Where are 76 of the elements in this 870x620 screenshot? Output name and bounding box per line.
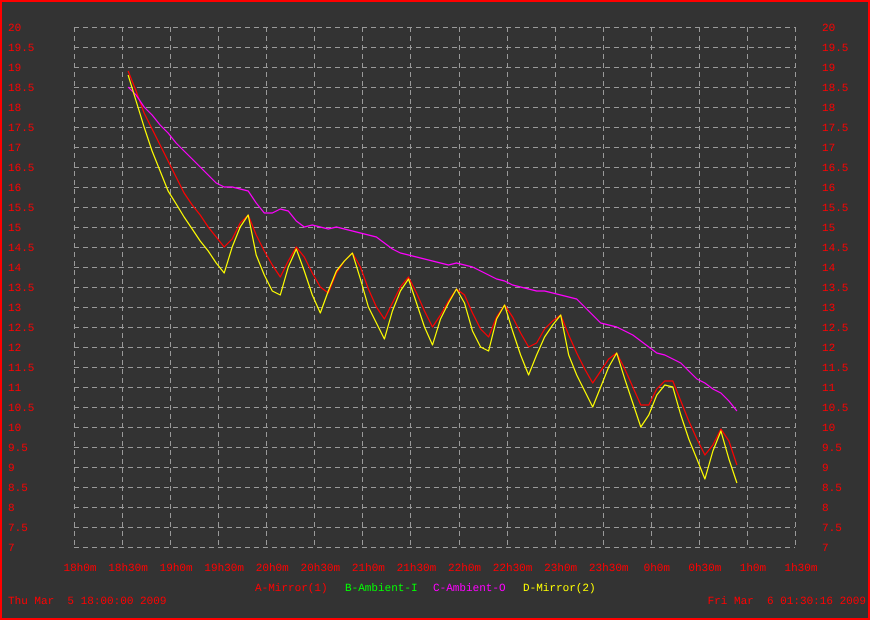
axis-label: 15.5: [822, 203, 848, 215]
axis-label: 14.5: [8, 243, 34, 255]
axis-label: 16: [822, 183, 836, 195]
axis-label: 13.5: [8, 283, 34, 295]
axis-label: 19: [822, 63, 836, 75]
axis-label: 11.5: [8, 363, 34, 375]
axis-label: 19.5: [8, 43, 34, 55]
axis-label: 7: [8, 543, 15, 555]
axis-label: 1h0m: [740, 563, 766, 575]
axis-label: 14: [822, 263, 836, 275]
axis-label: 1h30m: [784, 563, 818, 575]
axis-label: 10: [8, 423, 22, 435]
legend-label: C-Ambient-O: [433, 583, 506, 594]
axis-label: 9: [8, 463, 15, 475]
axis-label: 20: [822, 23, 836, 35]
axis-label: 12: [8, 343, 22, 355]
axis-label: 7.5: [822, 523, 842, 535]
end-time: Fri Mar 6 01:30:16 2009: [708, 596, 866, 608]
axis-label: 22h0m: [448, 563, 482, 575]
axis-label: 19h0m: [160, 563, 193, 575]
axis-label: 0h0m: [644, 563, 670, 575]
axis-label: 12: [822, 343, 836, 355]
axis-label: 15: [822, 223, 836, 235]
axis-label: 8.5: [822, 483, 842, 495]
axis-label: 19.5: [822, 43, 848, 55]
axis-label: 20h30m: [300, 563, 340, 575]
axis-label: 13.5: [822, 283, 848, 295]
axis-label: 0h30m: [688, 563, 722, 575]
axis-label: 18h0m: [64, 563, 96, 575]
axis-label: 11.5: [822, 363, 848, 375]
axis-label: 22h30m: [492, 563, 532, 575]
axis-label: 11: [822, 383, 836, 395]
axis-label: 11: [8, 383, 22, 395]
axis-label: 20h0m: [256, 563, 289, 575]
axis-label: 17: [822, 143, 836, 155]
axis-label: 17.5: [822, 123, 848, 135]
axis-label: 18.5: [822, 83, 848, 95]
axis-label: 8: [8, 503, 15, 515]
axis-label: 21h0m: [352, 563, 385, 575]
legend-label: B-Ambient-I: [345, 583, 418, 594]
axis-label: 13: [8, 303, 22, 315]
axis-label: 10.5: [822, 403, 848, 415]
axis-label: 16.5: [8, 163, 34, 175]
axis-label: 18: [8, 103, 22, 115]
legend-label: D-Mirror(2): [523, 583, 596, 594]
axis-label: 17: [8, 143, 22, 155]
axis-label: 14: [8, 263, 22, 275]
legend-label: A-Mirror(1): [255, 583, 328, 594]
axis-label: 17.5: [8, 123, 34, 135]
axis-label: 14.5: [822, 243, 848, 255]
axis-label: 19h30m: [204, 563, 244, 575]
axis-label: 23h30m: [588, 563, 629, 575]
axis-label: 19: [8, 63, 22, 75]
axis-label: 18.5: [8, 83, 34, 95]
axis-label: 15.5: [8, 203, 34, 215]
axis-label: 13: [822, 303, 836, 315]
axis-label: 8.5: [8, 483, 28, 495]
axis-label: 18: [822, 103, 836, 115]
axis-label: 12.5: [8, 323, 34, 335]
axis-label: 9.5: [8, 443, 28, 455]
axis-label: 10: [822, 423, 836, 435]
axis-label: 21h30m: [396, 563, 436, 575]
axis-label: 9: [822, 463, 829, 475]
axis-label: 7: [822, 543, 829, 555]
start-time: Thu Mar 5 18:00:00 2009: [8, 596, 166, 608]
axis-label: 9.5: [822, 443, 842, 455]
axis-label: 10.5: [8, 403, 34, 415]
axis-label: 12.5: [822, 323, 848, 335]
axis-label: 20: [8, 23, 22, 35]
axis-label: 8: [822, 503, 829, 515]
axis-label: 16: [8, 183, 22, 195]
axis-label: 23h0m: [544, 563, 578, 575]
axis-label: 7.5: [8, 523, 28, 535]
axis-label: 16.5: [822, 163, 848, 175]
axis-label: 15: [8, 223, 22, 235]
axis-label: 18h30m: [108, 563, 148, 575]
